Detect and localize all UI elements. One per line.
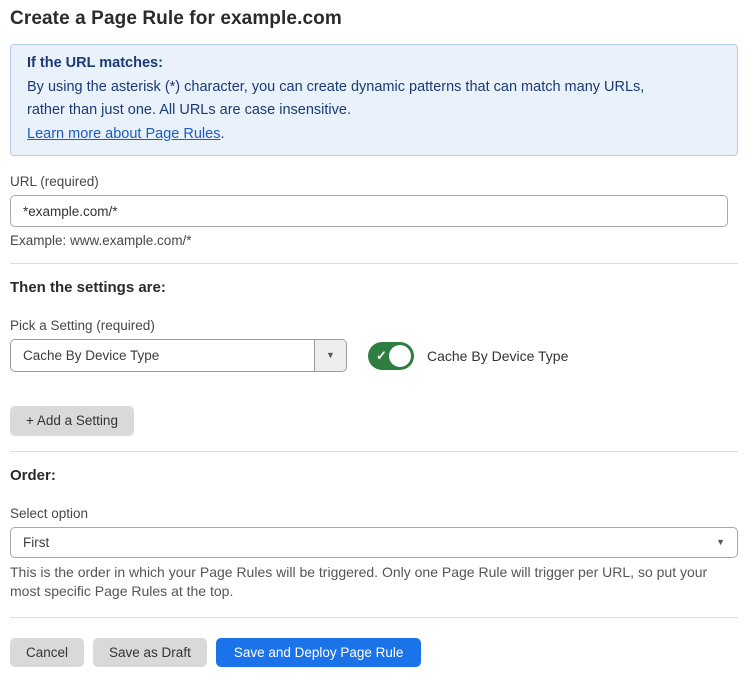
info-box-body-line-1: By using the asterisk (*) character, you… [27,76,721,100]
chevron-down-icon: ▼ [326,351,335,360]
url-label: URL (required) [10,174,738,189]
info-box-body-line-2: rather than just one. All URLs are case … [27,99,721,123]
setting-select[interactable]: Cache By Device Type ▼ [10,339,347,372]
footer-actions: Cancel Save as Draft Save and Deploy Pag… [10,638,738,668]
url-input[interactable] [10,195,728,227]
save-draft-button[interactable]: Save as Draft [93,638,207,668]
settings-top-divider [10,263,738,264]
url-helper: Example: www.example.com/* [10,233,738,248]
page-rule-form: Create a Page Rule for example.com If th… [0,0,750,691]
save-deploy-button[interactable]: Save and Deploy Page Rule [216,638,422,668]
order-select-arrow: ▼ [716,528,737,557]
page-title: Create a Page Rule for example.com [10,8,738,30]
info-box-heading: If the URL matches: [27,52,721,76]
order-helper-line-2: most specific Page Rules at the top. [10,582,738,602]
footer-divider [10,617,738,618]
order-top-divider [10,451,738,452]
toggle-label: Cache By Device Type [427,348,568,364]
add-setting-button[interactable]: + Add a Setting [10,406,134,436]
chevron-down-icon: ▼ [716,538,725,547]
setting-row: Cache By Device Type ▼ ✓ Cache By Device… [10,339,738,372]
order-helper: This is the order in which your Page Rul… [10,563,738,602]
order-heading: Order: [10,467,738,484]
link-period: . [220,126,224,142]
toggle-knob [389,345,411,367]
info-box-link-line: Learn more about Page Rules. [27,123,721,147]
order-select[interactable]: First ▼ [10,527,738,558]
cancel-button[interactable]: Cancel [10,638,84,668]
check-icon: ✓ [376,348,387,361]
order-select-value: First [11,528,716,557]
order-select-label: Select option [10,506,738,521]
settings-heading: Then the settings are: [10,279,738,296]
setting-select-value: Cache By Device Type [11,340,314,371]
pick-setting-label: Pick a Setting (required) [10,318,738,333]
learn-more-link[interactable]: Learn more about Page Rules [27,126,220,142]
url-match-info-box: If the URL matches: By using the asteris… [10,44,738,156]
cache-by-device-type-toggle[interactable]: ✓ [368,342,414,370]
setting-select-arrow-button[interactable]: ▼ [314,340,346,371]
order-helper-line-1: This is the order in which your Page Rul… [10,563,738,583]
